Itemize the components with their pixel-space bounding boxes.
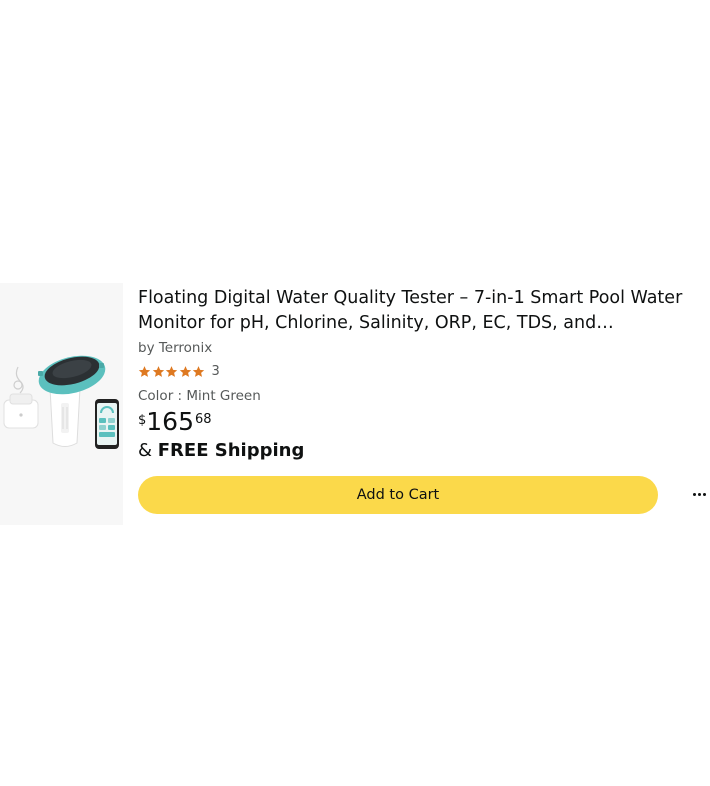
product-brand[interactable]: by Terronix: [138, 340, 212, 356]
add-to-cart-button[interactable]: Add to Cart: [138, 476, 658, 514]
star-icon: [138, 365, 151, 377]
rating-count[interactable]: 3: [212, 364, 220, 379]
star-icon: [192, 365, 205, 377]
star-icon: [179, 365, 191, 377]
product-card[interactable]: Floating Digital Water Quality Tester – …: [0, 283, 710, 525]
shipping-info: & FREE Shipping: [138, 440, 304, 462]
price-fraction: 68: [195, 412, 212, 427]
free-shipping-label: FREE Shipping: [157, 440, 305, 461]
shipping-prefix: &: [138, 440, 158, 461]
product-image[interactable]: [0, 283, 123, 525]
star-rating: [138, 365, 206, 378]
pool-tester-image: [3, 355, 119, 449]
star-icon: [152, 365, 164, 377]
more-options-button[interactable]: [688, 483, 710, 505]
price-whole: 165: [146, 407, 194, 436]
star-icon: [165, 365, 178, 377]
ellipsis-icon: [692, 492, 706, 496]
price: $ 165 68: [138, 407, 212, 439]
rating-row[interactable]: 3: [138, 362, 220, 380]
price-symbol: $: [138, 413, 147, 428]
search-results-page: Floating Digital Water Quality Tester – …: [0, 0, 710, 786]
product-title[interactable]: Floating Digital Water Quality Tester – …: [138, 286, 710, 336]
color-variant: Color : Mint Green: [138, 388, 261, 404]
